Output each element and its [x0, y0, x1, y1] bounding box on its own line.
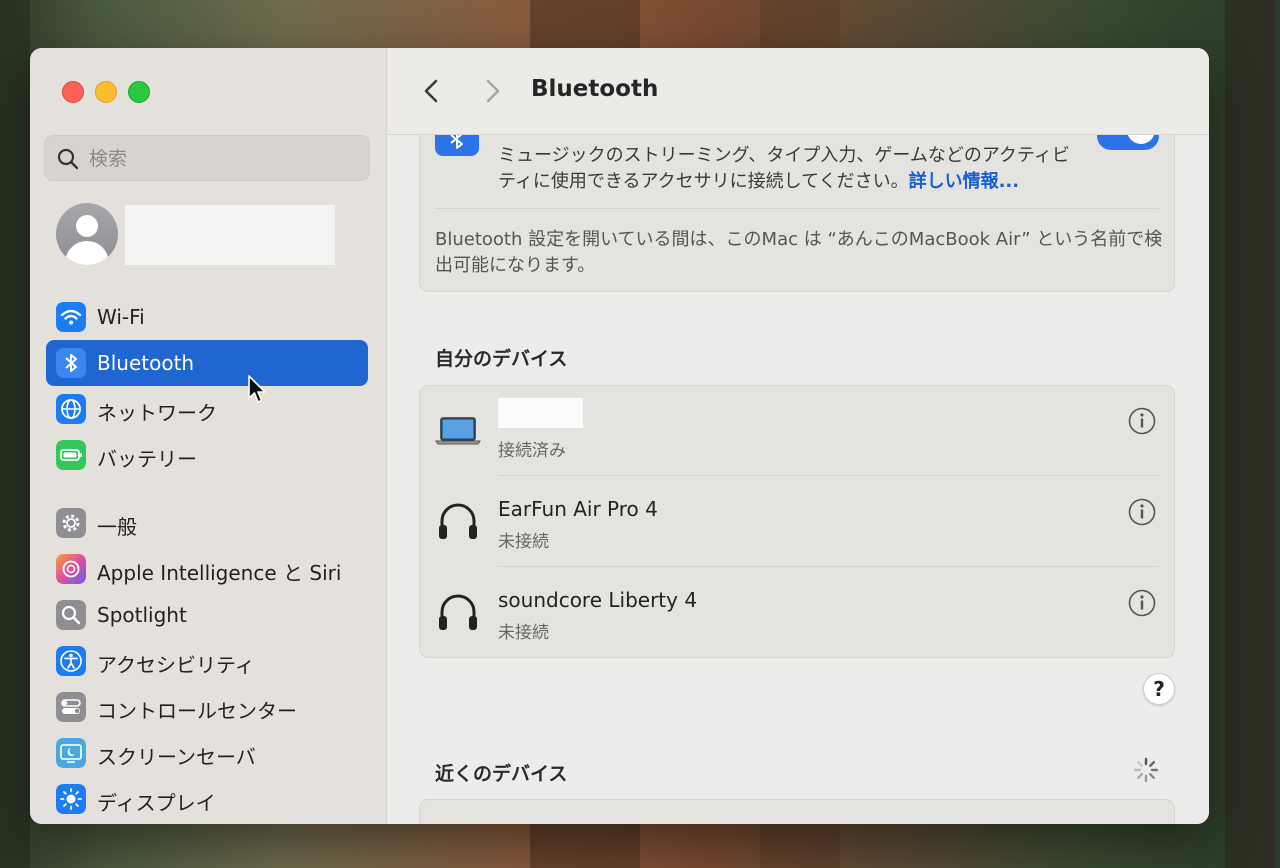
details-link[interactable]: 詳しい情報... [909, 171, 1020, 192]
sidebar-item-bluetooth[interactable]: Bluetooth [46, 340, 368, 386]
help-button[interactable]: ? [1143, 673, 1175, 705]
device-status: 未接続 [498, 623, 549, 643]
sidebar-item-label: バッテリー [97, 447, 197, 471]
sidebar-item-label: Wi-Fi [97, 305, 145, 329]
control-center-icon [56, 692, 86, 722]
search-field[interactable] [44, 135, 370, 181]
battery-icon [56, 440, 86, 470]
sidebar-item-general[interactable]: 一般 [46, 500, 368, 546]
sidebar: Wi-Fi Bluetooth ネットワーク [30, 48, 387, 824]
sidebar-item-battery[interactable]: バッテリー [46, 432, 368, 478]
sidebar-item-display[interactable]: ディスプレイ [46, 776, 368, 822]
discoverable-note: Bluetooth 設定を開いている間は、このMac は “あんこのMacBoo… [435, 229, 1163, 276]
sidebar-item-label: ネットワーク [97, 401, 217, 425]
siri-icon [56, 554, 86, 584]
sidebar-item-apple-intelligence-siri[interactable]: Apple Intelligence と Siri [46, 546, 368, 592]
screensaver-icon [56, 738, 86, 768]
divider [435, 208, 1159, 209]
sidebar-item-network[interactable]: ネットワーク [46, 386, 368, 432]
info-icon[interactable] [1127, 588, 1157, 618]
device-status: 未接続 [498, 532, 549, 552]
magnifier-icon [56, 600, 86, 630]
globe-icon [56, 394, 86, 424]
account-name-redacted[interactable] [125, 205, 335, 265]
close-button[interactable] [62, 81, 84, 103]
settings-window: Wi-Fi Bluetooth ネットワーク [30, 48, 1209, 824]
sidebar-item-label: Spotlight [97, 603, 187, 627]
sidebar-item-spotlight[interactable]: Spotlight [46, 592, 368, 638]
my-devices-title: 自分のデバイス [435, 348, 568, 370]
avatar[interactable] [56, 203, 118, 265]
device-name: EarFun Air Pro 4 [498, 497, 658, 521]
nearby-devices-card [419, 799, 1175, 824]
info-icon[interactable] [1127, 406, 1157, 436]
accessibility-icon [56, 646, 86, 676]
search-input[interactable] [87, 145, 361, 173]
sidebar-item-label: アクセシビリティ [97, 653, 255, 677]
divider [498, 566, 1159, 567]
info-icon[interactable] [1127, 497, 1157, 527]
sidebar-item-wifi[interactable]: Wi-Fi [46, 294, 368, 340]
forward-button[interactable] [477, 76, 507, 106]
device-name-redacted [498, 398, 583, 428]
search-icon [57, 148, 79, 170]
sidebar-item-control-center[interactable]: コントロールセンター [46, 684, 368, 730]
sidebar-item-label: Bluetooth [97, 351, 195, 375]
headphones-icon [439, 594, 477, 630]
headphones-icon [439, 503, 477, 539]
device-status: 接続済み [498, 441, 566, 461]
bluetooth-description: ミュージックのストリーミング、タイプ入力、ゲームなどのアクティビティに使用できる… [498, 145, 1070, 192]
sidebar-item-label: 一般 [97, 515, 137, 539]
sidebar-item-label: ディスプレイ [97, 791, 216, 815]
zoom-button[interactable] [128, 81, 150, 103]
sidebar-item-label: Apple Intelligence と Siri [97, 561, 342, 585]
main-content: Bluetooth ミュージックのストリーミング、タイプ入力、ゲームなどのアクテ… [387, 48, 1209, 824]
sidebar-item-label: コントロールセンター [97, 699, 297, 723]
sidebar-item-screensaver[interactable]: スクリーンセーバ [46, 730, 368, 776]
toolbar: Bluetooth [387, 48, 1209, 135]
sidebar-item-accessibility[interactable]: アクセシビリティ [46, 638, 368, 684]
mouse-cursor-icon [248, 375, 266, 403]
device-row-earfun[interactable]: EarFun Air Pro 4 未接続 [419, 477, 1175, 567]
page-title: Bluetooth [531, 76, 659, 102]
display-icon [56, 784, 86, 814]
minimize-button[interactable] [95, 81, 117, 103]
nearby-devices-title: 近くのデバイス [435, 763, 568, 785]
scroll-area[interactable]: ミュージックのストリーミング、タイプ入力、ゲームなどのアクティビティに使用できる… [387, 48, 1209, 824]
loading-spinner-icon [1133, 757, 1159, 783]
device-row-macbook[interactable]: 接続済み [419, 386, 1175, 476]
gear-icon [56, 508, 86, 538]
divider [498, 475, 1159, 476]
bluetooth-icon [56, 348, 86, 378]
device-name: soundcore Liberty 4 [498, 588, 698, 612]
back-button[interactable] [417, 76, 447, 106]
wifi-icon [56, 302, 86, 332]
sidebar-item-label: スクリーンセーバ [97, 745, 256, 769]
device-row-soundcore[interactable]: soundcore Liberty 4 未接続 [419, 568, 1175, 658]
laptop-icon [435, 417, 481, 445]
